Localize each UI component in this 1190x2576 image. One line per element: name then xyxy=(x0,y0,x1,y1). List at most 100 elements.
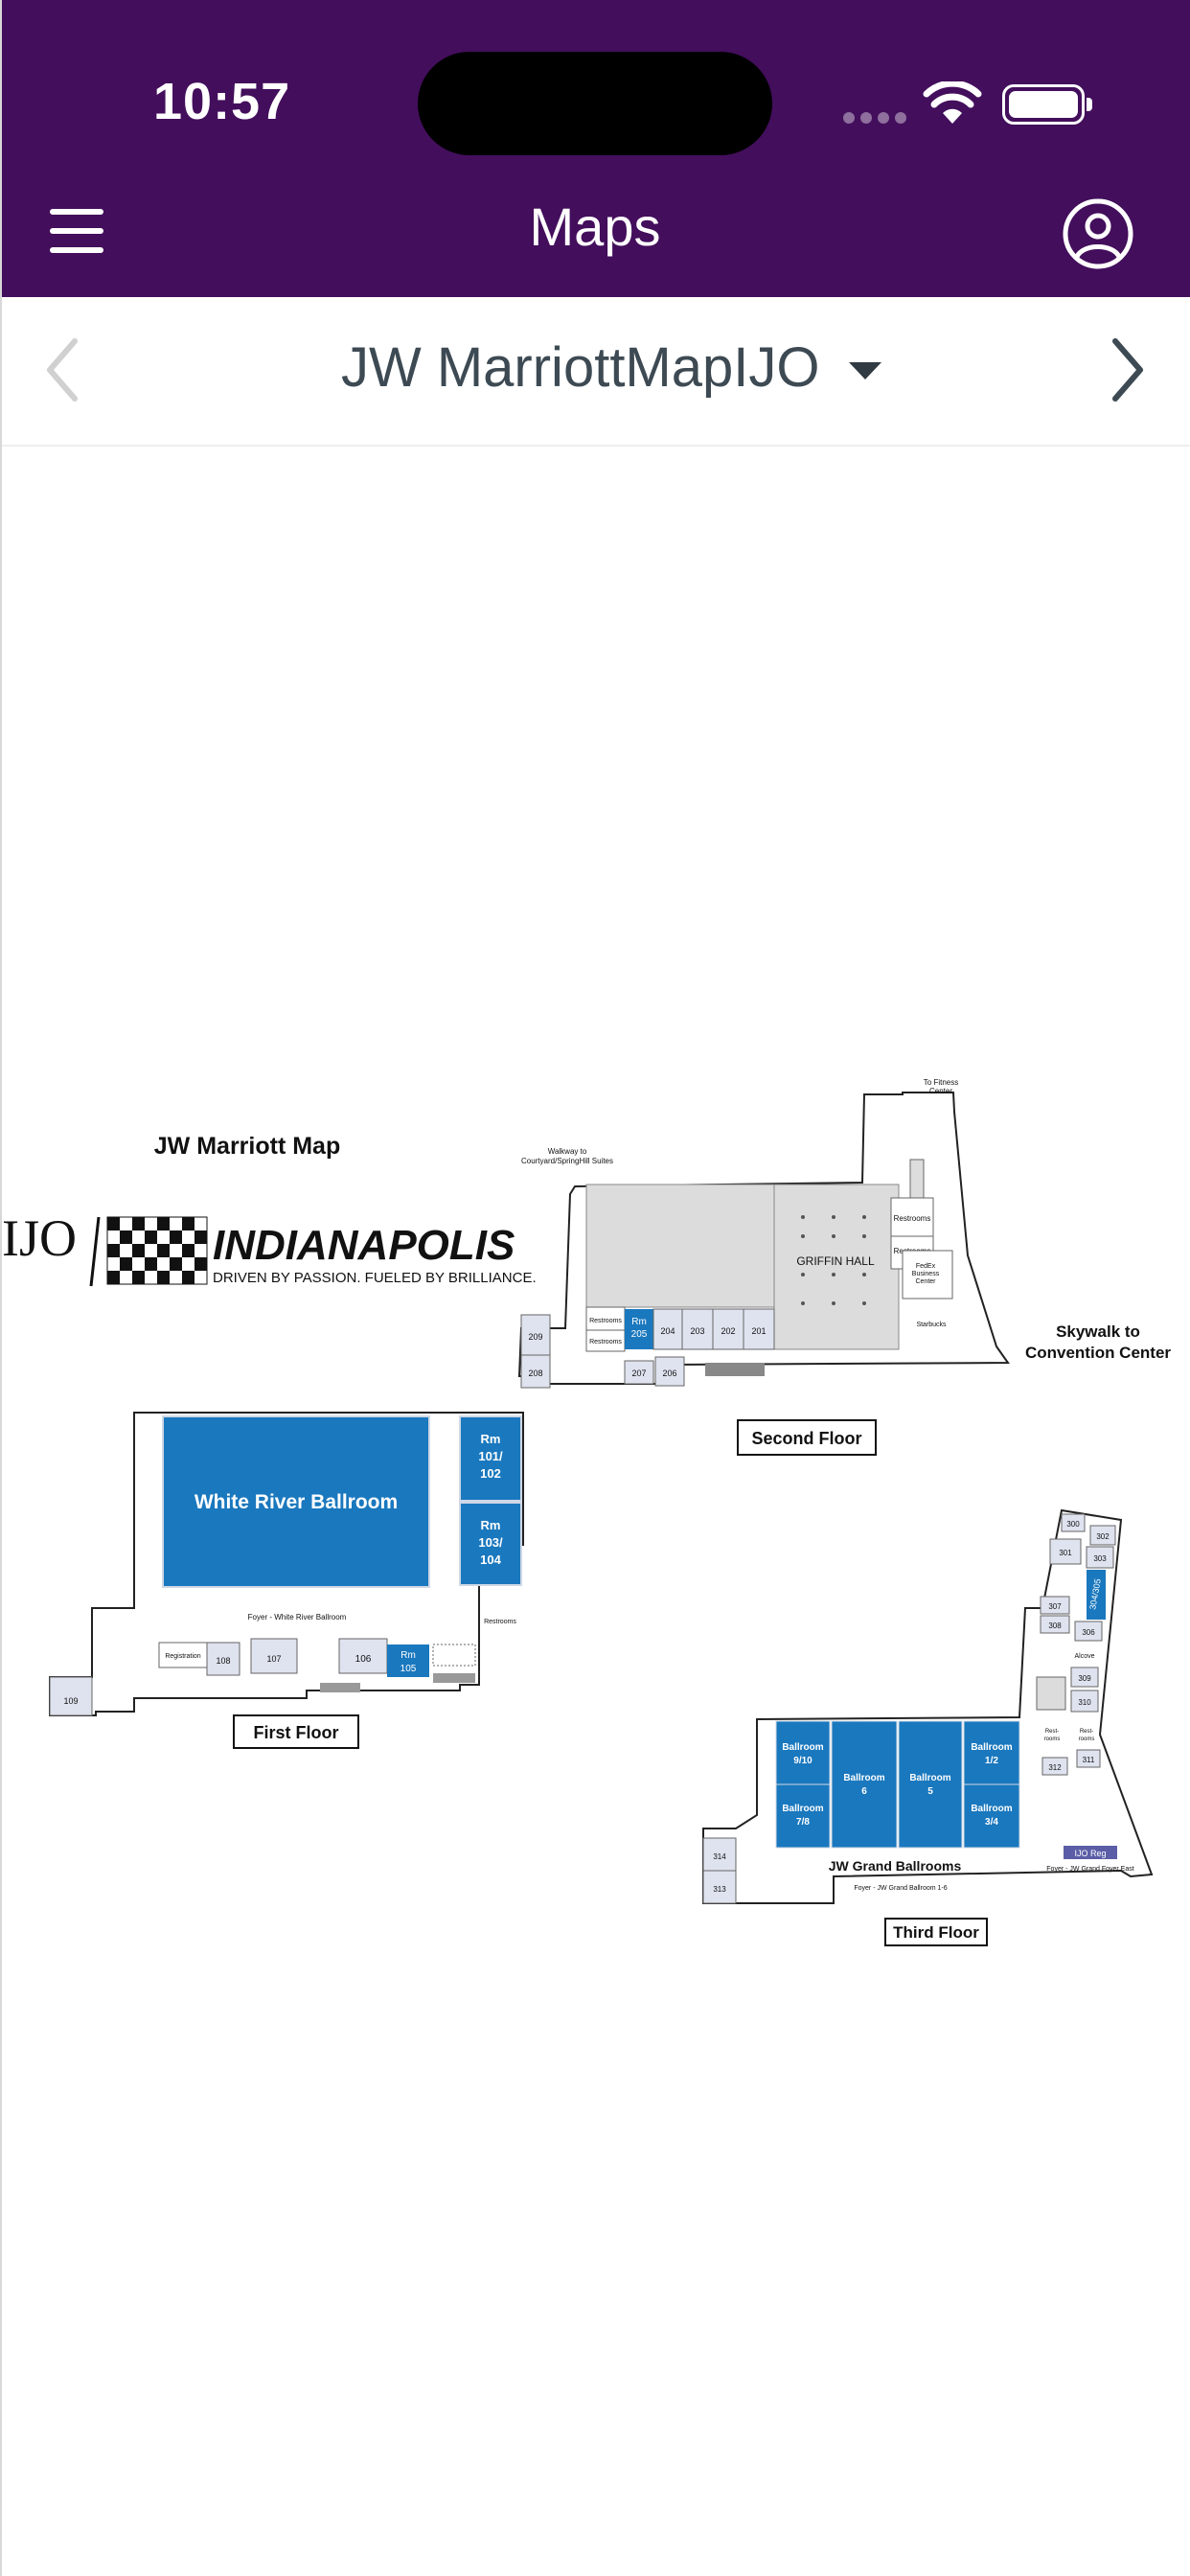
room-206-label: 206 xyxy=(662,1368,676,1378)
ballroom-5-label-b: 5 xyxy=(927,1786,933,1797)
room-101-label-a: Rm xyxy=(481,1432,501,1446)
second-floor-plan: GRIFFIN HALL Restrooms Restrooms FedEx B… xyxy=(517,1078,1171,1456)
room-312-label: 312 xyxy=(1048,1763,1062,1772)
map-selector-bar: JW MarriottMapIJO xyxy=(0,297,1190,447)
restrooms-3f-a: Rest- xyxy=(1045,1729,1059,1735)
floor-map-image[interactable]: JW Marriott Map IJO INDIANAPOLIS DRIVEN … xyxy=(0,1064,1190,1965)
room-107-label: 107 xyxy=(266,1654,281,1664)
room-302-label: 302 xyxy=(1096,1532,1110,1541)
room-308-label: 308 xyxy=(1048,1622,1062,1630)
room-309-label: 309 xyxy=(1078,1674,1091,1683)
ballroom-9-10[interactable] xyxy=(775,1720,831,1785)
map-dropdown-label: JW MarriottMapIJO xyxy=(341,336,820,399)
room-303-label: 303 xyxy=(1093,1554,1107,1563)
room-108-label: 108 xyxy=(216,1656,230,1666)
ballroom-1-2[interactable] xyxy=(963,1720,1020,1785)
next-map-chevron-icon[interactable] xyxy=(1110,335,1148,404)
foyer-east-label: Foyer - JW Grand Foyer East xyxy=(1046,1866,1133,1873)
room-307-label: 307 xyxy=(1048,1602,1062,1611)
jw-grand-ballrooms-label: JW Grand Ballrooms xyxy=(829,1858,962,1874)
room-209-label: 209 xyxy=(528,1332,542,1342)
room-300-label: 300 xyxy=(1066,1520,1080,1529)
map-dropdown[interactable]: JW MarriottMapIJO xyxy=(341,335,881,400)
profile-icon[interactable] xyxy=(1062,197,1134,270)
dropdown-caret-icon xyxy=(848,361,881,380)
restrooms-3f-b: rooms xyxy=(1044,1736,1061,1742)
foyer-grand-label: Foyer - JW Grand Ballroom 1-6 xyxy=(854,1885,947,1892)
walkway-label-2: Courtyard/SpringHill Suites xyxy=(521,1157,613,1165)
room-314-label: 314 xyxy=(713,1852,726,1861)
tagline-text: DRIVEN BY PASSION. FUELED BY BRILLIANCE. xyxy=(213,1270,537,1286)
ijo-indianapolis-logo: IJO INDIANAPOLIS DRIVEN BY PASSION. FUEL… xyxy=(2,1209,537,1287)
third-floor-plan: Ballroom 9/10 Ballroom 7/8 Ballroom 6 Ba… xyxy=(702,1508,1154,1946)
indianapolis-text: INDIANAPOLIS xyxy=(213,1222,515,1269)
griffin-hall-label: GRIFFIN HALL xyxy=(796,1254,875,1268)
first-floor-plan: White River Ballroom Rm 101/ 102 Rm 103/… xyxy=(49,1412,524,1749)
room-313-label: 313 xyxy=(713,1885,726,1894)
ballroom-9-10-label-a: Ballroom xyxy=(782,1742,823,1753)
cellular-signal-icon xyxy=(843,111,912,128)
white-river-ballroom-label: White River Ballroom xyxy=(195,1491,398,1513)
ijo-logo-text: IJO xyxy=(2,1209,77,1267)
restrooms-3f-c: Rest- xyxy=(1080,1729,1093,1735)
ballroom-7-8[interactable] xyxy=(775,1783,831,1849)
ballroom-3-4[interactable] xyxy=(963,1783,1020,1849)
room-201-label: 201 xyxy=(751,1326,766,1336)
ijo-reg-label: IJO Reg xyxy=(1074,1849,1106,1858)
fitness-label-2: Center xyxy=(929,1087,952,1095)
room-306-label: 306 xyxy=(1082,1628,1095,1637)
room-101-label-c: 102 xyxy=(480,1466,501,1481)
registration-label: Registration xyxy=(165,1653,200,1660)
restrooms-label-2f-west2: Restrooms xyxy=(589,1339,622,1346)
third-floor-caption: Third Floor xyxy=(893,1923,979,1942)
room-207-label: 207 xyxy=(631,1368,646,1378)
checkered-flag-icon xyxy=(106,1216,208,1285)
starbucks-label: Starbucks xyxy=(916,1322,947,1328)
fedex-label-1: FedEx xyxy=(916,1263,936,1270)
restrooms-label-1f: Restrooms xyxy=(484,1619,516,1625)
room-310-label: 310 xyxy=(1078,1698,1091,1707)
room-106-label: 106 xyxy=(355,1654,372,1665)
room-208-label: 208 xyxy=(528,1368,542,1378)
room-103-label-b: 103/ xyxy=(478,1535,503,1550)
skywalk-label-2: Convention Center xyxy=(1025,1344,1171,1362)
ballroom-7-8-label-b: 7/8 xyxy=(796,1817,810,1828)
fedex-label-3: Center xyxy=(915,1278,936,1285)
ballroom-3-4-label-b: 3/4 xyxy=(985,1817,998,1828)
left-edge-divider xyxy=(0,0,2,2576)
room-101-label-b: 101/ xyxy=(478,1449,503,1463)
restrooms-3f-d: rooms xyxy=(1079,1736,1095,1742)
ballroom-7-8-label-a: Ballroom xyxy=(782,1804,823,1814)
map-heading: JW Marriott Map xyxy=(154,1133,340,1160)
ballroom-5-label-a: Ballroom xyxy=(909,1773,950,1783)
room-311-label: 311 xyxy=(1083,1756,1095,1764)
first-floor-caption: First Floor xyxy=(254,1723,339,1742)
room-105-label-b: 105 xyxy=(400,1664,417,1674)
foyer-white-river-label: Foyer - White River Ballroom xyxy=(248,1613,347,1622)
fitness-label-1: To Fitness xyxy=(924,1078,958,1087)
ballroom-5[interactable] xyxy=(898,1720,963,1849)
ballroom-9-10-label-b: 9/10 xyxy=(793,1756,812,1766)
app-header: 10:57 Maps xyxy=(0,0,1190,297)
wifi-icon xyxy=(923,81,982,124)
restrooms-label-2f-west: Restrooms xyxy=(589,1318,622,1324)
room-202-label: 202 xyxy=(721,1326,735,1336)
ballroom-1-2-label-b: 1/2 xyxy=(985,1756,998,1766)
alcove-label: Alcove xyxy=(1074,1653,1094,1660)
room-103-label-c: 104 xyxy=(480,1552,501,1567)
page-title: Maps xyxy=(529,196,661,257)
room-205-label-a: Rm xyxy=(631,1317,647,1327)
ballroom-3-4-label-a: Ballroom xyxy=(971,1804,1012,1814)
room-103-label-a: Rm xyxy=(481,1518,501,1532)
second-floor-caption: Second Floor xyxy=(751,1429,861,1448)
status-time: 10:57 xyxy=(153,73,291,130)
room-203-label: 203 xyxy=(690,1326,704,1336)
ballroom-6[interactable] xyxy=(831,1720,898,1849)
room-109-label: 109 xyxy=(63,1696,78,1706)
room-204-label: 204 xyxy=(660,1326,675,1336)
previous-map-chevron-icon[interactable] xyxy=(42,335,80,404)
ballroom-1-2-label-a: Ballroom xyxy=(971,1742,1012,1753)
ballroom-6-label-a: Ballroom xyxy=(843,1773,884,1783)
battery-icon xyxy=(1002,84,1092,125)
room-105-label-a: Rm xyxy=(400,1650,416,1661)
